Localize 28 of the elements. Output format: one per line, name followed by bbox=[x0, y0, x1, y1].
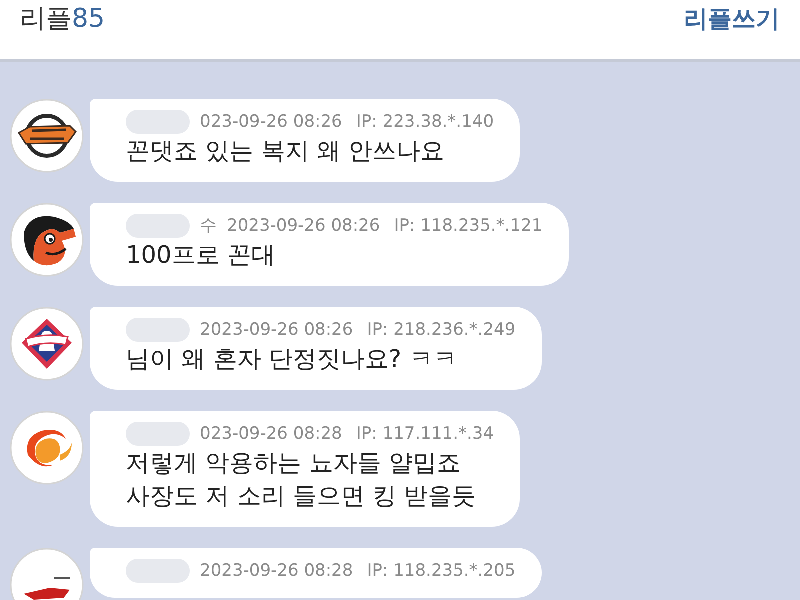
ip-address: IP: 118.235.*.205 bbox=[367, 560, 516, 583]
blurred-username bbox=[126, 318, 190, 342]
blurred-username bbox=[126, 559, 190, 583]
banner-emblem-icon bbox=[10, 548, 84, 600]
comment-text: 꼰댓죠 있는 복지 왜 안쓰나요 bbox=[126, 136, 446, 167]
comment-text: 100프로 꼰대 bbox=[126, 240, 276, 271]
comment-text: 님이 왜 혼자 단정짓나요? ㅋㅋ bbox=[126, 344, 458, 375]
timestamp: 023-09-26 08:26 bbox=[200, 111, 342, 134]
blurred-username bbox=[126, 110, 190, 134]
ip-address: IP: 218.236.*.249 bbox=[367, 319, 516, 342]
blurred-username bbox=[126, 214, 190, 238]
diamond-emblem-icon bbox=[10, 307, 84, 381]
swirl-emblem-icon bbox=[10, 411, 84, 485]
timestamp: 2023-09-26 08:26 bbox=[227, 215, 380, 238]
blurred-username bbox=[126, 422, 190, 446]
timestamp: 2023-09-26 08:28 bbox=[200, 560, 354, 583]
ring-emblem-icon bbox=[10, 99, 84, 173]
ip-address: IP: 223.38.*.140 bbox=[356, 111, 494, 134]
ip-address: IP: 118.235.*.121 bbox=[394, 215, 543, 238]
comment-text: 저렇게 악용하는 뇨자들 얄밉죠 사장도 저 소리 들으면 킹 받을듯 bbox=[126, 448, 478, 512]
replies-title: 리플 bbox=[20, 3, 72, 36]
timestamp: 2023-09-26 08:26 bbox=[200, 319, 354, 342]
ip-address: IP: 117.111.*.34 bbox=[356, 423, 494, 446]
bird-face-icon bbox=[10, 203, 84, 277]
reply-count: 85 bbox=[72, 3, 106, 36]
timestamp: 023-09-26 08:28 bbox=[200, 423, 342, 446]
write-reply-link[interactable]: 리플쓰기 bbox=[684, 2, 780, 36]
username: 수 bbox=[200, 215, 217, 238]
